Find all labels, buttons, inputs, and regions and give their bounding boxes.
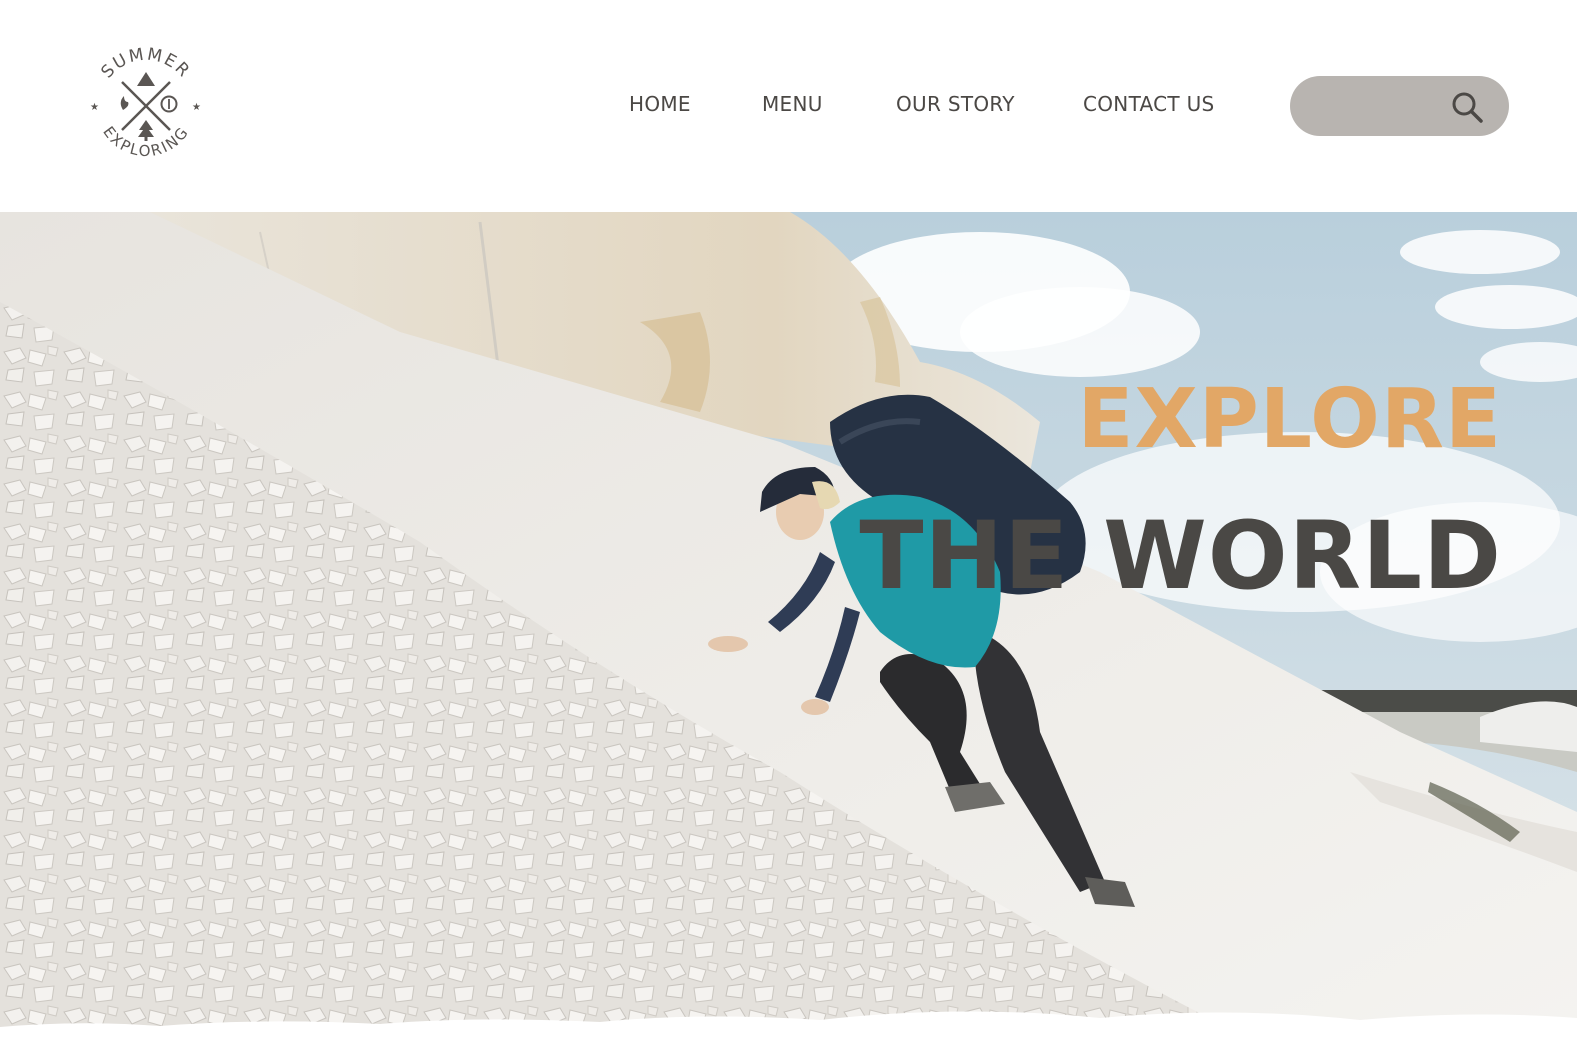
logo[interactable]: SUMMER EXPLORING ★ ★ xyxy=(84,44,208,168)
svg-text:★: ★ xyxy=(192,102,201,113)
hero-banner: EXPLORE THE WORLD xyxy=(0,212,1577,1039)
search-bar[interactable] xyxy=(1290,76,1509,136)
svg-text:★: ★ xyxy=(90,102,99,113)
nav-home[interactable]: HOME xyxy=(629,92,691,116)
nav-menu[interactable]: MENU xyxy=(762,92,823,116)
hero-headline-line1: EXPLORE xyxy=(1077,372,1502,467)
nav-our-story[interactable]: OUR STORY xyxy=(896,92,1015,116)
camping-emblem-icon: SUMMER EXPLORING ★ ★ xyxy=(90,44,201,160)
hero-image xyxy=(0,212,1577,1039)
site-header: SUMMER EXPLORING ★ ★ HOME MENU OUR STORY… xyxy=(0,0,1577,212)
hero-headline-line2: THE WORLD xyxy=(859,502,1502,611)
search-input[interactable] xyxy=(1312,90,1446,124)
nav-contact-us[interactable]: CONTACT US xyxy=(1083,92,1215,116)
search-icon[interactable] xyxy=(1450,90,1484,124)
